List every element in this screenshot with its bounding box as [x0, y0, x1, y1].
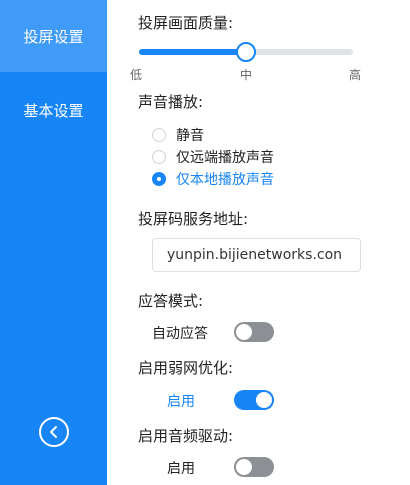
toggle-knob	[236, 324, 252, 340]
quality-label: 投屏画面质量:	[138, 14, 234, 32]
quality-tick-high: 高	[349, 68, 362, 82]
quality-tick-low: 低	[130, 68, 143, 82]
sound-option-remote-only[interactable]: 仅远端播放声音	[152, 147, 274, 167]
sidebar: 投屏设置 基本设置	[0, 0, 107, 485]
auto-answer-toggle[interactable]	[234, 322, 274, 342]
radio-icon	[152, 150, 166, 164]
radio-label: 静音	[176, 128, 204, 144]
quality-slider[interactable]	[139, 42, 353, 62]
settings-panel: 投屏画面质量: 低 中 高 声音播放: 静音 仅远端播放声音 仅本地播放声音 投…	[107, 0, 410, 485]
audio-driver-toggle-label: 启用	[167, 461, 195, 477]
quality-tick-mid: 中	[240, 68, 253, 82]
chevron-left-icon	[50, 426, 57, 438]
sidebar-item-label: 投屏设置	[23, 27, 84, 46]
sidebar-item-label: 基本设置	[23, 101, 84, 120]
toggle-knob	[256, 392, 272, 408]
sound-label: 声音播放:	[138, 93, 204, 111]
sidebar-item-basic-settings[interactable]: 基本设置	[0, 74, 107, 146]
toggle-knob	[236, 459, 252, 475]
weak-network-label: 启用弱网优化:	[138, 359, 234, 377]
sound-option-mute[interactable]: 静音	[152, 125, 204, 145]
back-button[interactable]	[39, 417, 69, 447]
audio-driver-toggle[interactable]	[234, 457, 274, 477]
auto-answer-label: 自动应答	[152, 326, 208, 342]
answer-mode-label: 应答模式:	[138, 292, 204, 310]
server-label: 投屏码服务地址:	[138, 210, 249, 228]
radio-icon	[152, 128, 166, 142]
sidebar-item-cast-settings[interactable]: 投屏设置	[0, 0, 107, 72]
server-address-value: yunpin.bijienetworks.con	[167, 247, 343, 263]
weak-network-toggle-label: 启用	[167, 394, 195, 410]
server-address-input[interactable]: yunpin.bijienetworks.con	[152, 238, 361, 272]
quality-slider-thumb[interactable]	[236, 42, 256, 62]
sound-option-local-only[interactable]: 仅本地播放声音	[152, 169, 274, 189]
weak-network-toggle[interactable]	[234, 390, 274, 410]
quality-slider-fill	[139, 49, 246, 55]
radio-label: 仅远端播放声音	[176, 150, 274, 166]
radio-label: 仅本地播放声音	[176, 172, 274, 188]
radio-icon	[152, 172, 166, 186]
audio-driver-label: 启用音频驱动:	[138, 427, 234, 445]
